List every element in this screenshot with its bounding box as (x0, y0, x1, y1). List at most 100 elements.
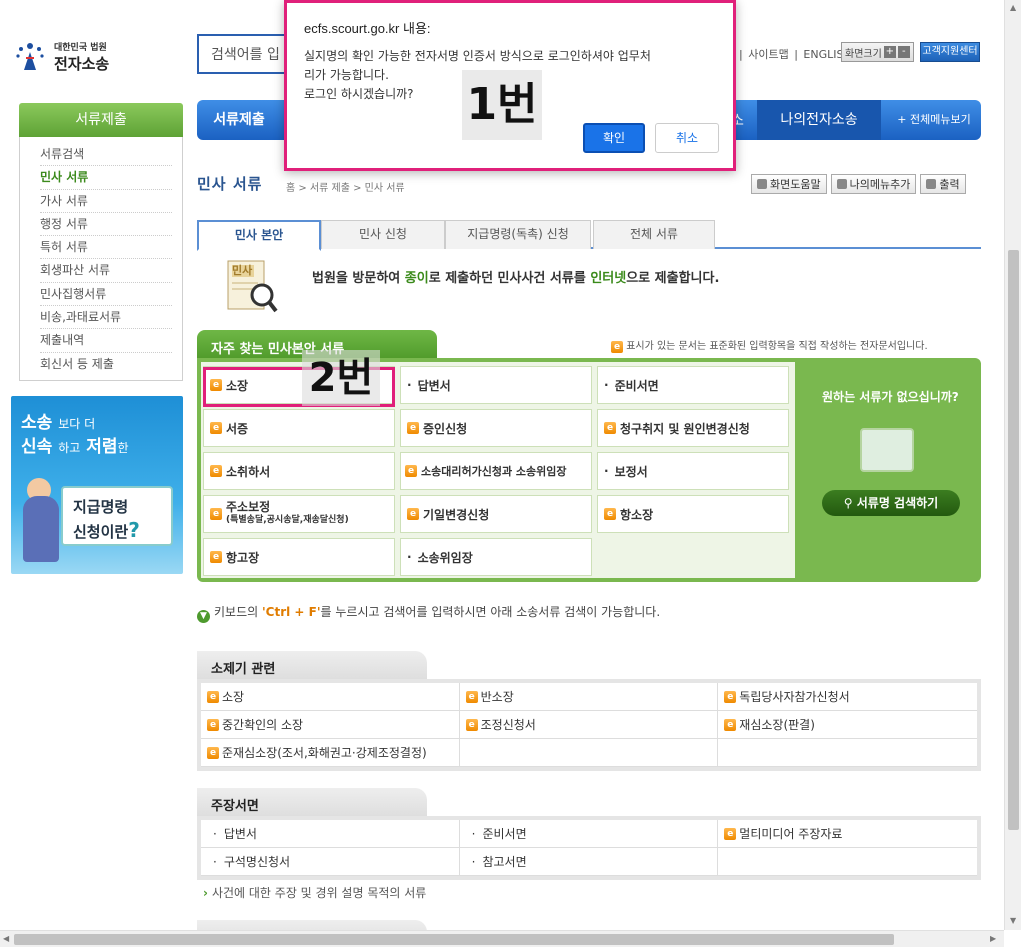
sidebar-item-civil-execution[interactable]: 민사집행서류 (40, 283, 172, 307)
section-filing-table: e 소장 e 반소장 e 독립당사자참가신청서 e 중간확인의 소장 e 조정신청서 e재… (197, 679, 981, 771)
doc-link-answer[interactable]: 답변서 (400, 366, 592, 404)
doc-link-answer-2[interactable]: 답변서 (201, 820, 460, 848)
vertical-scrollbar[interactable]: ▲ ▼ (1004, 0, 1021, 930)
intro-highlight-paper: 종이 (404, 271, 429, 286)
tab-payment-order[interactable]: 지급명령(독촉) 신청 (445, 220, 591, 249)
print-label: 출력 (939, 178, 960, 191)
scroll-down-icon[interactable]: ▼ (1010, 916, 1016, 925)
sidebar-item-patent[interactable]: 특허 서류 (40, 236, 172, 260)
doc-link-evidence[interactable]: e 서증 (203, 409, 395, 447)
doc-link-date-change[interactable]: e 기일변경신청 (400, 495, 592, 533)
doc-link-complaint-2[interactable]: e 소장 (201, 683, 460, 711)
horizontal-scroll-thumb[interactable] (14, 934, 894, 945)
table-row: 답변서 준비서면 e멀티미디어 주장자료 (201, 820, 977, 848)
sitemap-link[interactable]: 사이트맵 (748, 48, 788, 61)
section-briefs-table: 답변서 준비서면 e멀티미디어 주장자료 구석명신청서 참고서면 (197, 816, 981, 880)
doc-link-brief[interactable]: 준비서면 (597, 366, 789, 404)
tab-bar: 민사 본안 민사 신청 지급명령(독촉) 신청 전체 서류 (197, 220, 981, 251)
tab-civil-application[interactable]: 민사 신청 (321, 220, 445, 249)
sidebar-item-submission-history[interactable]: 제출내역 (40, 329, 172, 353)
doc-link-correction[interactable]: 보정서 (597, 452, 789, 490)
doc-link-retrial[interactable]: e 재심소장(판결) (718, 711, 977, 739)
payment-order-banner[interactable]: 소송 보다 더 신속 하고 저렴한 지급명령 신청이란? (11, 396, 183, 574)
doc-label: 구석명신청서 (223, 855, 291, 869)
sidebar-item-administrative[interactable]: 행정 서류 (40, 213, 172, 237)
vertical-scroll-thumb[interactable] (1008, 250, 1019, 830)
doc-link-agent-permission[interactable]: e 소송대리허가신청과 소송위임장 (400, 452, 592, 490)
doc-link-clarification[interactable]: 구석명신청서 (201, 848, 460, 876)
book-magnifier-icon (860, 428, 914, 472)
sidebar-item-civil[interactable]: 민사 서류 (40, 166, 172, 190)
doc-link-interim-confirmation[interactable]: e 중간확인의 소장 (201, 711, 460, 739)
sidebar-item-reply-submit[interactable]: 회신서 등 제출 (40, 353, 172, 376)
e-document-icon: e (207, 690, 219, 703)
e-document-icon: e (207, 718, 219, 731)
doc-link-claim-change[interactable]: e 청구취지 및 원인변경신청 (597, 409, 789, 447)
print-button[interactable]: 출력 (920, 174, 966, 194)
e-document-icon: e (407, 422, 419, 434)
doc-link-witness[interactable]: e 증인신청 (400, 409, 592, 447)
doc-link-withdrawal[interactable]: e 소취하서 (203, 452, 395, 490)
doc-link-reference-brief[interactable]: 참고서면 (459, 848, 719, 876)
court-logo[interactable]: 대한민국 법원 전자소송 (14, 36, 124, 76)
intro-icon-label: 민사 (232, 264, 253, 277)
scroll-right-icon[interactable]: ▶ (990, 934, 996, 943)
dialog-cancel-button[interactable]: 취소 (655, 123, 719, 153)
doc-link-multimedia[interactable]: e 멀티미디어 주장자료 (718, 820, 977, 848)
dialog-ok-button[interactable]: 확인 (583, 123, 645, 153)
doc-link-mediation[interactable]: e 조정신청서 (459, 711, 719, 739)
nav-my-lawsuit[interactable]: 나의전자소송 (757, 100, 881, 140)
doc-link-complaint-appeal[interactable]: e 항고장 (203, 538, 395, 576)
doc-link-quasi-retrial[interactable]: e 준재심소장(조서,화해권고·강제조정결정) (201, 739, 460, 767)
doc-label: 조정신청서 (480, 718, 536, 732)
add-my-menu-button[interactable]: 나의메뉴추가 (830, 174, 917, 194)
banner-text: 저렴 (86, 437, 118, 457)
banner-text: 신속 (21, 437, 53, 457)
doc-link-appeal[interactable]: e 항소장 (597, 495, 789, 533)
printer-icon (926, 179, 937, 189)
nav-all-menu[interactable]: + 전체메뉴보기 (887, 100, 981, 140)
sidebar-menu: 서류검색 민사 서류 가사 서류 행정 서류 특허 서류 회생파산 서류 민사집… (19, 137, 183, 381)
doc-label: 답변서 (223, 827, 257, 841)
search-input[interactable] (199, 36, 289, 72)
scroll-left-icon[interactable]: ◀ (3, 934, 9, 943)
court-emblem-icon (16, 43, 44, 70)
table-row: e 준재심소장(조서,화해권고·강제조정결정) (201, 739, 977, 767)
e-document-icon: e (604, 508, 616, 520)
empty-cell (718, 848, 977, 876)
doc-link-brief-2[interactable]: 준비서면 (459, 820, 719, 848)
info-icon (757, 179, 767, 189)
dialog-message-line: 실지명의 확인 가능한 전자서명 인증서 방식으로 로그인하셔야 업무처 (304, 49, 651, 63)
e-document-icon: e (407, 508, 419, 520)
intro-part: 로 제출하던 민사사건 서류를 (428, 271, 591, 286)
font-size-plus-button[interactable]: + (883, 46, 896, 58)
doc-link-power-of-attorney[interactable]: 소송위임장 (400, 538, 592, 576)
sidebar-item-bankruptcy[interactable]: 회생파산 서류 (40, 259, 172, 283)
table-row: e 중간확인의 소장 e 조정신청서 e 재심소장(판결) (201, 711, 977, 739)
e-document-icon: e (405, 465, 417, 477)
nav-document-submit[interactable]: 서류제출 (197, 100, 281, 140)
sidebar-item-non-contentious[interactable]: 비송,과태료서류 (40, 306, 172, 330)
help-center-button[interactable]: 고객지원센터 (920, 42, 980, 62)
breadcrumb: 홈 > 서류 제출 > 민사 서류 (286, 183, 405, 194)
e-document-icon: e (210, 551, 222, 563)
table-row: 구석명신청서 참고서면 (201, 848, 977, 876)
sidebar-item-document-search[interactable]: 서류검색 (40, 143, 172, 167)
doc-link-address-correction[interactable]: e 주소보정 (특별송달,공시송달,재송달신청) (203, 495, 395, 533)
annotation-label-1: 1번 (462, 70, 542, 140)
banner-person-icon (23, 496, 59, 562)
doc-name-search-button[interactable]: ⚲ 서류명 검색하기 (822, 490, 960, 516)
doc-link-independent-party[interactable]: e 독립당사자참가신청서 (718, 683, 977, 711)
doc-link-counterclaim[interactable]: e 반소장 (459, 683, 719, 711)
banner-text: 신청이란 (73, 523, 129, 541)
screen-help-button[interactable]: 화면도움말 (751, 174, 827, 194)
doc-label: 준재심소장(조서,화해권고·강제조정결정) (222, 746, 427, 760)
sidebar-item-family[interactable]: 가사 서류 (40, 190, 172, 213)
horizontal-scrollbar[interactable]: ◀ ▶ (0, 930, 1004, 947)
font-size-minus-button[interactable]: - (897, 46, 910, 58)
scroll-up-icon[interactable]: ▲ (1010, 3, 1016, 12)
tab-civil-main[interactable]: 민사 본안 (197, 220, 321, 251)
doc-label: 멀티미디어 주장자료 (739, 827, 843, 841)
page-tools: 화면도움말 나의메뉴추가 출력 (751, 174, 966, 194)
tab-all-documents[interactable]: 전체 서류 (593, 220, 715, 249)
